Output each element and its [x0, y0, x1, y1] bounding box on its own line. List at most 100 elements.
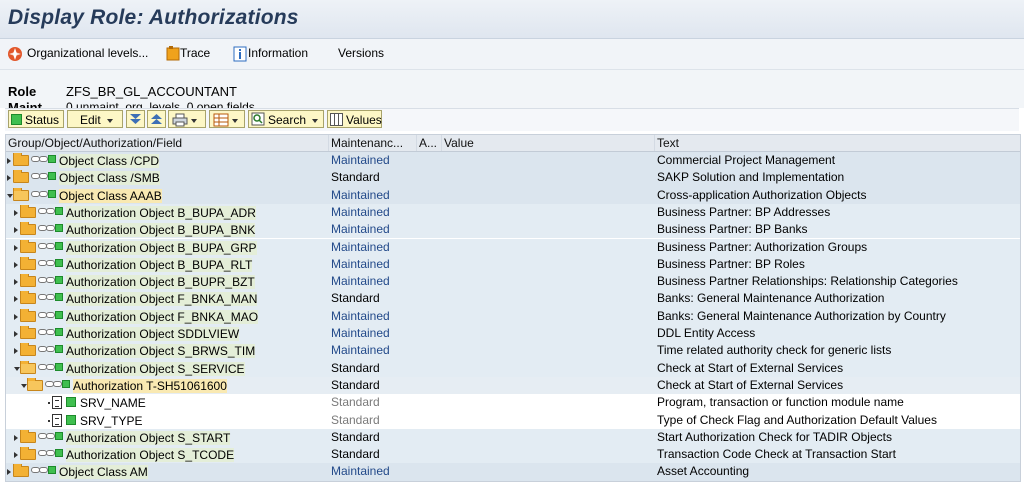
col-header-maint[interactable]: Maintenanc...: [331, 136, 403, 150]
tree-row[interactable]: Object Class /CPD Maintained Commercial Pr…: [6, 152, 1020, 170]
tree-row[interactable]: Object Class AM Maintained Asset Accountin…: [6, 463, 1020, 481]
tree-node[interactable]: Object Class /SMB: [6, 170, 326, 186]
tree-row[interactable]: Authorization Object F_BNKA_MAN Standard B…: [6, 290, 1020, 308]
col-header-text[interactable]: Text: [657, 136, 679, 150]
authorization-tree: Group/Object/Authorization/Field Mainten…: [5, 134, 1021, 482]
tree-row[interactable]: Authorization Object S_START Standard Star…: [6, 428, 1020, 447]
tree-node[interactable]: Authorization Object F_BNKA_MAN: [6, 291, 326, 307]
expand-node-icon[interactable]: [14, 331, 18, 337]
folder-icon: [13, 464, 29, 478]
tree-node[interactable]: SRV_TYPE: [6, 413, 326, 429]
expand-node-icon[interactable]: [7, 175, 11, 182]
tree-node[interactable]: Authorization Object B_BUPA_ADR: [6, 204, 326, 221]
tree-node[interactable]: Authorization Object B_BUPA_BNK: [6, 222, 326, 238]
description-text: Type of Check Flag and Authorization Def…: [657, 412, 937, 427]
tree-node[interactable]: Authorization Object B_BUPA_GRP: [6, 239, 326, 256]
description-text: Start Authorization Check for TADIR Obje…: [657, 429, 892, 444]
tree-row[interactable]: Authorization T-SH51061600 Standard Check …: [6, 376, 1020, 395]
tree-node[interactable]: Authorization Object S_START: [6, 429, 326, 446]
status-light-icon: [46, 346, 55, 353]
folder-open-icon: [13, 187, 29, 201]
col-header-tree[interactable]: Group/Object/Authorization/Field: [8, 136, 182, 150]
tree-row[interactable]: Authorization Object F_BNKA_MAO Maintaine…: [6, 307, 1020, 325]
tree-node[interactable]: Authorization Object B_BUPA_RLT: [6, 256, 326, 273]
expand-icon: [130, 114, 141, 124]
role-value: ZFS_BR_GL_ACCOUNTANT: [66, 84, 237, 99]
authorization-name: Authorization T-SH51061600: [73, 378, 227, 393]
status-light-icon: [39, 156, 48, 162]
col-divider[interactable]: [328, 135, 329, 151]
col-header-value[interactable]: Value: [444, 136, 474, 150]
status-light-icon: [46, 363, 55, 370]
tree-node[interactable]: Object Class /CPD: [6, 153, 326, 169]
expand-node-icon[interactable]: [14, 261, 18, 268]
org-levels-button[interactable]: Organizational levels...: [7, 46, 148, 62]
tree-node[interactable]: Authorization Object SDDLVIEW: [6, 326, 326, 342]
description-text: Business Partner: BP Banks: [657, 222, 808, 237]
auth-object-name: Authorization Object B_BUPA_BNK: [66, 223, 256, 238]
status-green-icon: [48, 189, 56, 198]
tree-node[interactable]: Object Class AM: [6, 464, 326, 480]
status-light-icon: [39, 173, 48, 180]
values-button[interactable]: Values: [327, 110, 382, 128]
expand-node-icon[interactable]: [14, 227, 18, 234]
folder-icon: [20, 429, 36, 443]
status-button[interactable]: Status: [8, 110, 64, 128]
tree-node[interactable]: Authorization Object B_BUPR_BZT: [6, 274, 326, 290]
tree-node[interactable]: Authorization T-SH51061600: [6, 377, 326, 394]
tree-row[interactable]: Authorization Object B_BUPA_BNK Maintaine…: [6, 221, 1020, 239]
information-button[interactable]: Information: [233, 46, 308, 62]
tree-node[interactable]: Authorization Object S_TCODE: [6, 447, 326, 463]
collapse-all-button[interactable]: [147, 110, 166, 128]
tree-row[interactable]: Authorization Object S_TCODE Standard Tran…: [6, 446, 1020, 464]
expand-node-icon[interactable]: [14, 434, 18, 441]
tree-row[interactable]: SRV_NAMEStandard00B51A750831DD45642DC8F1…: [6, 394, 1020, 412]
tree-node[interactable]: Authorization Object F_BNKA_MAO: [6, 308, 326, 325]
tree-row[interactable]: Authorization Object B_BUPA_GRP Maintaine…: [6, 238, 1020, 256]
expand-node-icon[interactable]: [7, 469, 11, 476]
expand-all-button[interactable]: [126, 110, 145, 128]
edit-dropdown[interactable]: Edit: [67, 110, 123, 128]
status-green-icon: [55, 345, 63, 354]
search-icon: [251, 112, 265, 126]
tree-row[interactable]: Authorization Object SDDLVIEW Maintained D…: [6, 325, 1020, 343]
expand-node-icon[interactable]: [14, 348, 18, 355]
expand-node-icon[interactable]: [14, 452, 18, 459]
tree-row[interactable]: Authorization Object B_BUPA_RLT Maintaine…: [6, 255, 1020, 274]
tree-node[interactable]: Authorization Object S_BRWS_TIM: [6, 343, 326, 359]
col-header-a[interactable]: A...: [419, 136, 437, 150]
tree-row[interactable]: SRV_TYPEStandardHash Value for TADIR Obj…: [6, 411, 1020, 429]
maint-status: Standard: [331, 377, 380, 392]
expand-node-icon[interactable]: [14, 209, 18, 216]
col-divider[interactable]: [416, 135, 417, 151]
expand-node-icon[interactable]: [14, 313, 18, 320]
chevron-down-icon: [232, 118, 238, 123]
tree-row[interactable]: Authorization Object B_BUPR_BZT Maintaine…: [6, 273, 1020, 291]
expand-node-icon[interactable]: [14, 279, 18, 286]
tree-row[interactable]: Authorization Object B_BUPA_ADR Maintaine…: [6, 203, 1020, 222]
tree-row[interactable]: Object Class AAAB Maintained Cross-applica…: [6, 186, 1020, 204]
col-divider[interactable]: [654, 135, 655, 151]
tree-line-dot: [48, 419, 50, 422]
tree-row[interactable]: Authorization Object S_SERVICE Standard Ch…: [6, 359, 1020, 377]
trace-button[interactable]: Trace: [166, 46, 210, 62]
expand-node-icon[interactable]: [7, 158, 11, 164]
expand-node-icon[interactable]: [14, 296, 18, 303]
tree-row[interactable]: Authorization Object S_BRWS_TIM Maintaine…: [6, 342, 1020, 360]
search-dropdown[interactable]: Search: [248, 110, 324, 128]
expand-node-icon[interactable]: [14, 244, 18, 251]
print-dropdown[interactable]: [168, 110, 206, 128]
object-class-name: Object Class /SMB: [59, 171, 160, 186]
auth-object-name: Authorization Object S_BRWS_TIM: [66, 344, 256, 359]
col-divider[interactable]: [441, 135, 442, 151]
layout-dropdown[interactable]: [209, 110, 245, 128]
versions-button[interactable]: Versions: [338, 46, 384, 60]
tree-row[interactable]: Object Class /SMB Standard SAKP Solution a…: [6, 169, 1020, 187]
tree-node[interactable]: Object Class AAAB: [6, 187, 326, 204]
status-green-icon: [55, 293, 63, 302]
tree-node[interactable]: Authorization Object S_SERVICE: [6, 360, 326, 377]
tree-node[interactable]: SRV_NAME: [6, 395, 326, 411]
status-light-icon: [53, 380, 62, 387]
chevron-down-icon: [106, 118, 113, 123]
maint-status: Standard: [331, 429, 380, 444]
